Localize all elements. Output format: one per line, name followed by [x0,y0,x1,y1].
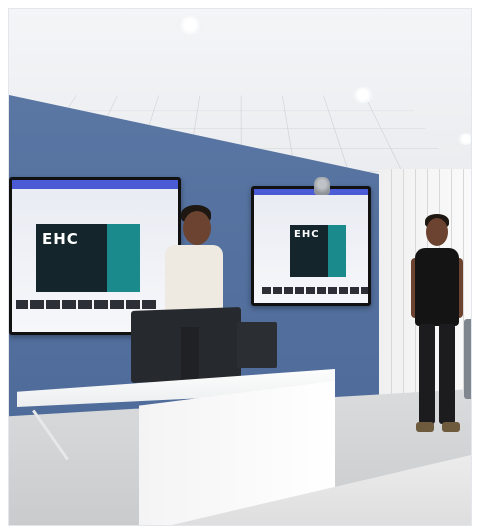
ceiling-light [177,15,203,35]
event-photo: EHC EHC [8,8,472,526]
ceiling-light [352,87,374,103]
slide-thumbnails [16,300,156,309]
ehc-logo: EHC [294,229,320,240]
right-display-screen: EHC [251,186,371,306]
slide-thumbnails [262,287,368,294]
white-shirt [165,245,223,315]
black-shirt [415,248,459,326]
security-camera [314,177,330,195]
browser-bar [12,180,178,189]
ehc-logo: EHC [42,230,79,248]
presentation-slide: EHC [36,224,140,292]
monitor-stand [181,327,199,382]
screen-content: EHC [254,189,368,303]
standing-person [407,214,467,444]
presentation-slide: EHC [290,225,346,277]
chair [464,319,471,399]
laptop [237,322,277,368]
ceiling-light [458,133,471,145]
browser-bar [254,189,368,195]
